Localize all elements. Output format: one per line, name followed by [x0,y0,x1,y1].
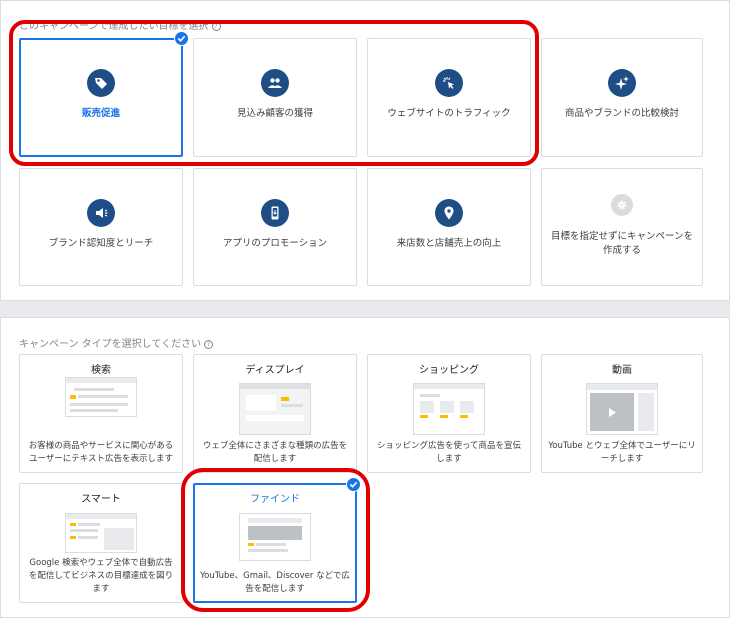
goal-label: 商品やブランドの比較検討 [564,108,679,119]
campaign-card-smart[interactable]: スマート Google 検索やウェブ全体で自動広告を配信してビジネスの目標達成を… [19,483,183,603]
goal-label: 販売促進 [81,108,120,119]
campaign-title: ディスプレイ [245,365,305,376]
campaign-card-display[interactable]: ディスプレイ ウェブ全体にさまざまな種類の広告を配信します [193,354,357,473]
goal-card-app[interactable]: アプリのプロモーション [193,168,357,286]
selected-check-icon [174,31,189,46]
campaign-desc: お客様の商品やサービスに関心があるユーザーにテキスト広告を表示します [28,441,174,464]
megaphone-icon [87,199,115,227]
campaign-title: ショッピング [419,365,479,376]
campaign-card-video[interactable]: 動画 YouTube とウェブ全体でユーザーにリーチします [541,354,703,473]
campaign-type-panel: キャンペーン タイプを選択してください? 検索 お客様の商品やサービスに関心があ… [0,317,730,618]
campaign-desc: YouTube とウェブ全体でユーザーにリーチします [548,441,696,464]
goal-heading: このキャンペーンで達成したい目標を選択? [19,17,221,32]
smart-illustration [65,513,137,553]
shopping-illustration [413,383,485,435]
campaign-type-heading-text: キャンペーン タイプを選択してください [19,339,202,350]
goal-label: ブランド認知度とリーチ [48,238,154,249]
campaign-desc: Google 検索やウェブ全体で自動広告を配信してビジネスの目標達成を図ります [28,558,174,594]
campaign-card-shopping[interactable]: ショッピング ショッピング広告を使って商品を宣伝します [367,354,531,473]
search-illustration [65,377,137,417]
goal-label: アプリのプロモーション [222,238,328,249]
smartphone-icon [261,199,289,227]
goal-card-store[interactable]: 来店数と店舗売上の向上 [367,168,531,286]
goal-card-awareness[interactable]: ブランド認知度とリーチ [19,168,183,286]
goal-label: 目標を指定せずにキャンペーンを作成する [550,231,694,256]
selected-check-icon [346,477,361,492]
goal-label: 来店数と店舗売上の向上 [396,238,502,249]
goal-card-no-goal[interactable]: 目標を指定せずにキャンペーンを作成する [541,168,703,286]
play-icon [609,408,616,417]
goal-label: ウェブサイトのトラフィック [387,108,511,119]
campaign-desc: ショッピング広告を使って商品を宣伝します [376,441,522,464]
goal-card-traffic[interactable]: ウェブサイトのトラフィック [367,38,531,157]
campaign-title: 動画 [612,365,632,376]
goal-selection-panel: このキャンペーンで達成したい目標を選択? 販売促進 見込み顧客の獲得 ウェブサイ… [0,0,730,301]
tag-icon [87,69,115,97]
help-icon[interactable]: ? [204,340,214,349]
campaign-title: ファインド [250,494,300,505]
cursor-click-icon [435,69,463,97]
people-icon [261,69,289,97]
location-pin-icon [435,199,463,227]
campaign-type-heading: キャンペーン タイプを選択してください? [19,335,214,350]
goal-card-sales[interactable]: 販売促進 [19,38,183,157]
goal-card-leads[interactable]: 見込み顧客の獲得 [193,38,357,157]
campaign-card-search[interactable]: 検索 お客様の商品やサービスに関心があるユーザーにテキスト広告を表示します [19,354,183,473]
goal-card-consideration[interactable]: 商品やブランドの比較検討 [541,38,703,157]
campaign-card-discovery[interactable]: ファインド YouTube、Gmail、Discover などで広告を配信します [193,483,357,603]
sparkle-icon [608,69,636,97]
campaign-title: 検索 [91,365,111,376]
gear-icon [611,194,633,216]
video-illustration [586,383,658,435]
campaign-desc: ウェブ全体にさまざまな種類の広告を配信します [202,441,348,464]
campaign-desc: YouTube、Gmail、Discover などで広告を配信します [200,571,350,594]
goal-label: 見込み顧客の獲得 [236,108,313,119]
display-illustration [239,383,311,435]
discovery-illustration [239,513,311,561]
help-icon[interactable]: ? [211,22,221,31]
campaign-title: スマート [81,494,121,505]
